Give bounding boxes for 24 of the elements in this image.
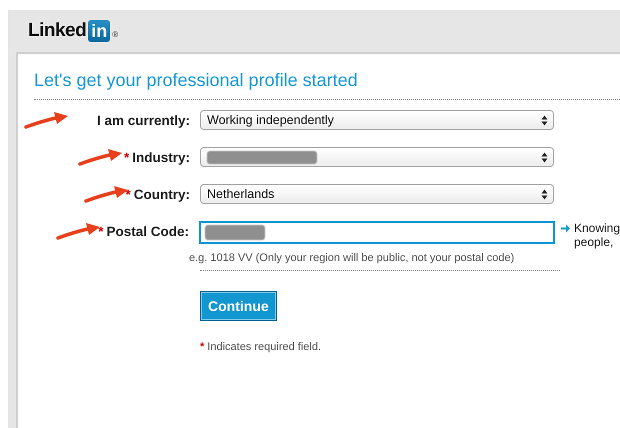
dropdown[interactable]: Working independently [200, 110, 554, 130]
arrow-right-icon [560, 224, 570, 233]
field-label: Industry: [132, 150, 190, 164]
side-note: people, [574, 235, 614, 249]
logo-text: Linked [28, 20, 86, 42]
registered-mark: ® [112, 30, 118, 38]
field-label: Postal Code: [106, 224, 189, 238]
stepper-icon [541, 152, 548, 162]
stepper-icon [541, 114, 548, 126]
side-note: Knowing [574, 221, 620, 235]
dropdown[interactable]: Netherlands [200, 184, 554, 204]
required-mark: * [98, 224, 104, 238]
logo-badge: in [88, 20, 110, 42]
footnote: Indicates required field. [207, 341, 322, 353]
input-field[interactable] [198, 221, 555, 244]
field-label: I am currently: [96, 112, 190, 128]
dropdown[interactable] [200, 147, 554, 167]
field-label: Country: [134, 186, 190, 202]
stepper-icon [541, 188, 548, 200]
required-mark: * [200, 341, 204, 353]
field-hint: e.g. 1018 VV (Only your region will be public, not your postal code) [188, 252, 516, 264]
form-title: Let's get your professional profile started [34, 70, 359, 91]
required-mark: * [124, 150, 130, 164]
required-mark: * [125, 186, 131, 202]
